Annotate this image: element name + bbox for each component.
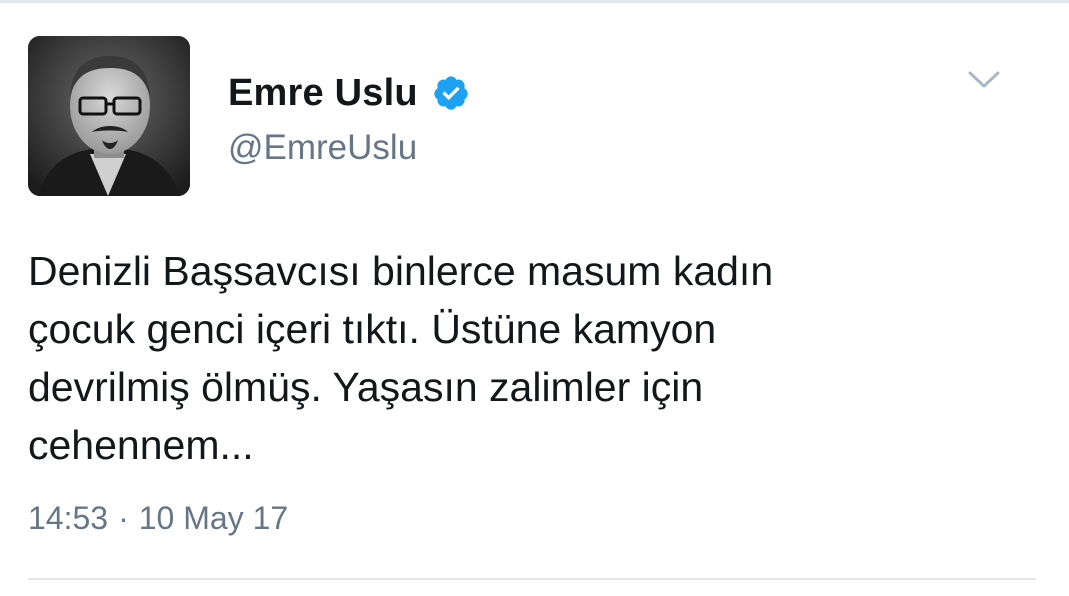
bottom-divider	[28, 578, 1036, 580]
tweet-time: 14:53	[28, 500, 109, 536]
tweet-timestamp[interactable]: 14:53 · 10 May 17	[28, 500, 288, 537]
verified-badge-icon	[432, 74, 470, 112]
tweet-menu-button[interactable]	[962, 62, 1006, 98]
tweet-date: 10 May 17	[138, 500, 289, 536]
avatar-image	[28, 36, 190, 196]
timestamp-separator: ·	[118, 500, 129, 536]
author-handle[interactable]: @EmreUslu	[228, 128, 417, 168]
avatar[interactable]	[28, 36, 190, 196]
chevron-down-icon	[968, 71, 1000, 88]
author-name-row[interactable]: Emre Uslu	[228, 68, 470, 118]
top-divider	[0, 0, 1069, 3]
author-display-name[interactable]: Emre Uslu	[228, 72, 418, 115]
tweet-text: Denizli Başsavcısı binlerce masum kadın …	[28, 248, 774, 468]
